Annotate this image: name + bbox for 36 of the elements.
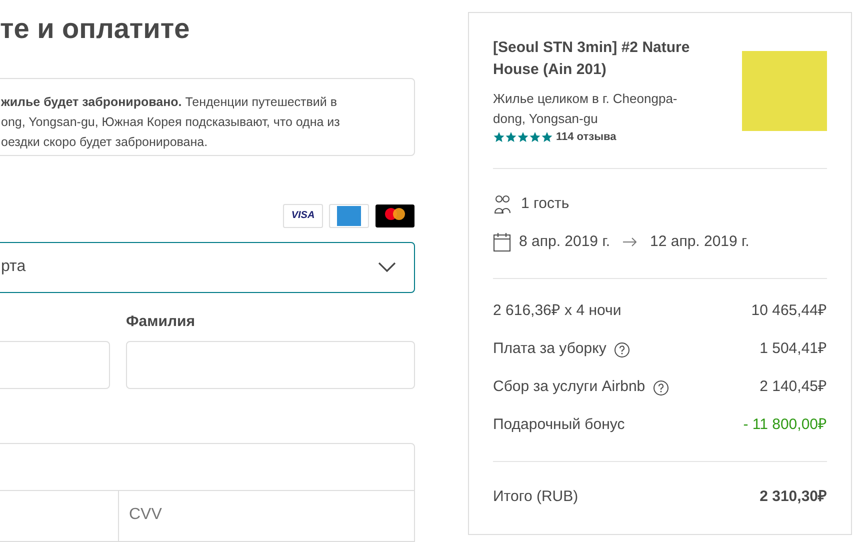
total-amount: 2 310,30₽ [760,486,827,506]
price-label: Сбор за услуги Airbnb [493,377,646,398]
star-icon [493,131,505,144]
star-icon [541,131,553,144]
price-label: Подарочный бонус [493,415,625,436]
visa-logo: VISA [283,204,323,228]
review-count: 114 отзыва [556,130,616,145]
star-icon [529,131,541,144]
price-amount: 1 504,41₽ [760,339,827,360]
price-label: Плата за уборку [493,339,606,360]
price-label: 2 616,36₽ x 4 ночи [493,301,622,322]
people-icon [493,194,513,214]
calendar-icon [493,232,511,252]
notice-text: жилье будет забронировано. Тенденции путешествий в ong, Yongsan-gu, Южная Корея подсказывают, что одна из оездки скоро будет забронирована. [1,94,341,151]
payment-method-select[interactable]: рта [0,242,415,293]
price-amount: 10 465,44₽ [751,301,827,322]
mastercard-logo [375,204,415,228]
arrow-right-icon [622,237,638,248]
price-amount: 2 140,45₽ [760,377,827,398]
chevron-down-icon [378,262,396,272]
listing-title[interactable]: [Seoul STN 3min] #2 Nature House (Ain 201) [493,37,708,81]
last-name-field[interactable] [126,341,415,389]
page-heading: те и оплатите [0,12,191,46]
last-name-label: Фамилия [126,312,196,331]
total-label: Итого (RUB) [493,486,578,506]
check-in-date: 8 апр. 2019 г. [519,232,610,252]
amex-logo [329,204,369,228]
star-icon [517,131,529,144]
star-icon [505,131,517,144]
first-name-field[interactable] [0,341,110,389]
help-icon[interactable] [614,342,630,358]
guest-count: 1 гость [521,194,570,214]
check-out-date: 12 апр. 2019 г. [650,232,750,252]
price-amount: - 11 800,00₽ [743,415,827,436]
help-icon[interactable] [653,380,670,396]
listing-subtitle: Жилье целиком в г. Cheongpa-dong, Yongsan-gu [493,90,678,128]
